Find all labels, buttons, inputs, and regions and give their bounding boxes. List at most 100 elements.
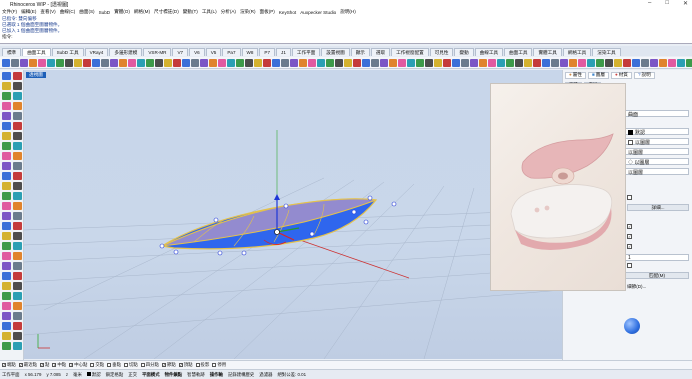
tab-render-tools[interactable]: 渲染工具: [592, 48, 621, 56]
osnap-checkbox[interactable]: [212, 363, 217, 367]
side-tool-icon[interactable]: [13, 112, 22, 120]
filter-toggle[interactable]: 過濾器: [259, 372, 272, 378]
toolbar-tool-icon[interactable]: [29, 58, 37, 67]
side-tool-icon[interactable]: [2, 102, 11, 110]
side-tool-icon[interactable]: [2, 192, 11, 200]
layer-select[interactable]: 默認: [625, 128, 689, 136]
grid-snap-toggle[interactable]: 鎖定格點: [106, 372, 124, 378]
detail-button[interactable]: 詳細...: [627, 204, 689, 211]
menu-dimension[interactable]: 尺寸標註(D): [154, 9, 179, 15]
side-tool-icon[interactable]: [13, 142, 22, 150]
side-tool-icon[interactable]: [13, 272, 22, 280]
toolbar-tool-icon[interactable]: [524, 58, 532, 67]
toolbar-tool-icon[interactable]: [119, 58, 127, 67]
side-tool-icon[interactable]: [2, 162, 11, 170]
side-tool-icon[interactable]: [2, 242, 11, 250]
menu-auxpecker[interactable]: Auxpecker Studio: [300, 10, 336, 15]
toolbar-tool-icon[interactable]: [569, 58, 577, 67]
toolbar-tool-icon[interactable]: [290, 58, 298, 67]
side-tool-icon[interactable]: [13, 192, 22, 200]
side-tool-icon[interactable]: [2, 122, 11, 130]
toolbar-tool-icon[interactable]: [668, 58, 676, 67]
cplane-label[interactable]: 工作平面: [2, 372, 20, 378]
menu-tools[interactable]: 工具(L): [202, 9, 217, 15]
toolbar-tool-icon[interactable]: [641, 58, 649, 67]
side-tool-icon[interactable]: [13, 182, 22, 190]
toolbar-tool-icon[interactable]: [398, 58, 406, 67]
side-tool-icon[interactable]: [13, 172, 22, 180]
toolbar-tool-icon[interactable]: [659, 58, 667, 67]
print-color-select[interactable]: ◇ 以圖層: [625, 158, 689, 166]
side-tool-icon[interactable]: [13, 282, 22, 290]
menu-keyshot[interactable]: KeyShot: [279, 10, 296, 15]
side-tool-icon[interactable]: [13, 92, 22, 100]
menu-curve[interactable]: 曲線(C): [60, 9, 76, 15]
toolbar-tool-icon[interactable]: [56, 58, 64, 67]
toolbar-tool-icon[interactable]: [326, 58, 334, 67]
tab-transform[interactable]: 變動: [454, 48, 474, 56]
toolbar-tool-icon[interactable]: [308, 58, 316, 67]
tab-properties[interactable]: ● 屬性: [565, 71, 586, 79]
side-tool-icon[interactable]: [13, 312, 22, 320]
toolbar-tool-icon[interactable]: [92, 58, 100, 67]
tab-subd-tools[interactable]: SubD 工具: [51, 48, 84, 56]
side-tool-icon[interactable]: [2, 72, 11, 80]
toolbar-tool-icon[interactable]: [578, 58, 586, 67]
toolbar-tool-icon[interactable]: [38, 58, 46, 67]
show-checkbox[interactable]: [627, 195, 632, 200]
toolbar-tool-icon[interactable]: [434, 58, 442, 67]
perspective-viewport[interactable]: 透視圖: [23, 70, 563, 360]
gumball-toggle[interactable]: 操作軸: [210, 372, 223, 378]
tab-solid-tools[interactable]: 實體工具: [533, 48, 562, 56]
match-button[interactable]: 匹配(M): [625, 272, 689, 279]
toolbar-tool-icon[interactable]: [650, 58, 658, 67]
toolbar-tool-icon[interactable]: [227, 58, 235, 67]
side-tool-icon[interactable]: [13, 262, 22, 270]
toolbar-tool-icon[interactable]: [83, 58, 91, 67]
side-tool-icon[interactable]: [13, 292, 22, 300]
toolbar-tool-icon[interactable]: [11, 58, 19, 67]
toolbar-tool-icon[interactable]: [488, 58, 496, 67]
tab-viewport-layout[interactable]: 工作視窗配置: [391, 48, 429, 56]
maximize-icon[interactable]: □: [665, 0, 669, 7]
toolbar-tool-icon[interactable]: [614, 58, 622, 67]
osnap-option[interactable]: ✓ 中點: [52, 362, 66, 368]
side-tool-icon[interactable]: [2, 282, 11, 290]
toolbar-tool-icon[interactable]: [479, 58, 487, 67]
side-tool-icon[interactable]: [13, 202, 22, 210]
osnap-option[interactable]: ✓ 中心點: [69, 362, 87, 368]
osnap-checkbox[interactable]: [140, 363, 145, 367]
side-tool-icon[interactable]: [13, 122, 22, 130]
toolbar-tool-icon[interactable]: [299, 58, 307, 67]
side-tool-icon[interactable]: [13, 242, 22, 250]
osnap-checkbox[interactable]: [195, 363, 200, 367]
toolbar-tool-icon[interactable]: [443, 58, 451, 67]
side-tool-icon[interactable]: [2, 342, 11, 350]
tab-select[interactable]: 選取: [370, 48, 391, 56]
osnap-option[interactable]: 切點: [123, 362, 138, 368]
toolbar-tool-icon[interactable]: [74, 58, 82, 67]
toolbar-tool-icon[interactable]: [254, 58, 262, 67]
osnap-option[interactable]: ✓ 點: [39, 362, 49, 368]
tab-materials[interactable]: ● 材質: [610, 71, 632, 79]
side-tool-icon[interactable]: [13, 222, 22, 230]
side-tool-icon[interactable]: [2, 252, 11, 260]
menu-file[interactable]: 文件(F): [2, 9, 17, 15]
menu-help[interactable]: 說明(H): [340, 9, 356, 15]
menu-render[interactable]: 渲染(R): [240, 9, 256, 15]
osnap-checkbox[interactable]: [90, 363, 95, 367]
menu-transform[interactable]: 變動(T): [183, 9, 198, 15]
tab-v5[interactable]: V5: [205, 48, 222, 56]
side-tool-icon[interactable]: [13, 212, 22, 220]
tab-help[interactable]: ? 說明: [633, 71, 655, 79]
tab-p7[interactable]: P7: [259, 48, 276, 56]
menu-analyze[interactable]: 分析(A): [221, 9, 236, 15]
toolbar-tool-icon[interactable]: [515, 58, 523, 67]
side-tool-icon[interactable]: [2, 222, 11, 230]
option-checkbox-3[interactable]: ✓: [627, 244, 632, 249]
toolbar-tool-icon[interactable]: [425, 58, 433, 67]
toolbar-tool-icon[interactable]: [344, 58, 352, 67]
osnap-option[interactable]: ✓ 頂點: [178, 362, 193, 368]
toolbar-tool-icon[interactable]: [605, 58, 613, 67]
side-tool-icon[interactable]: [13, 252, 22, 260]
